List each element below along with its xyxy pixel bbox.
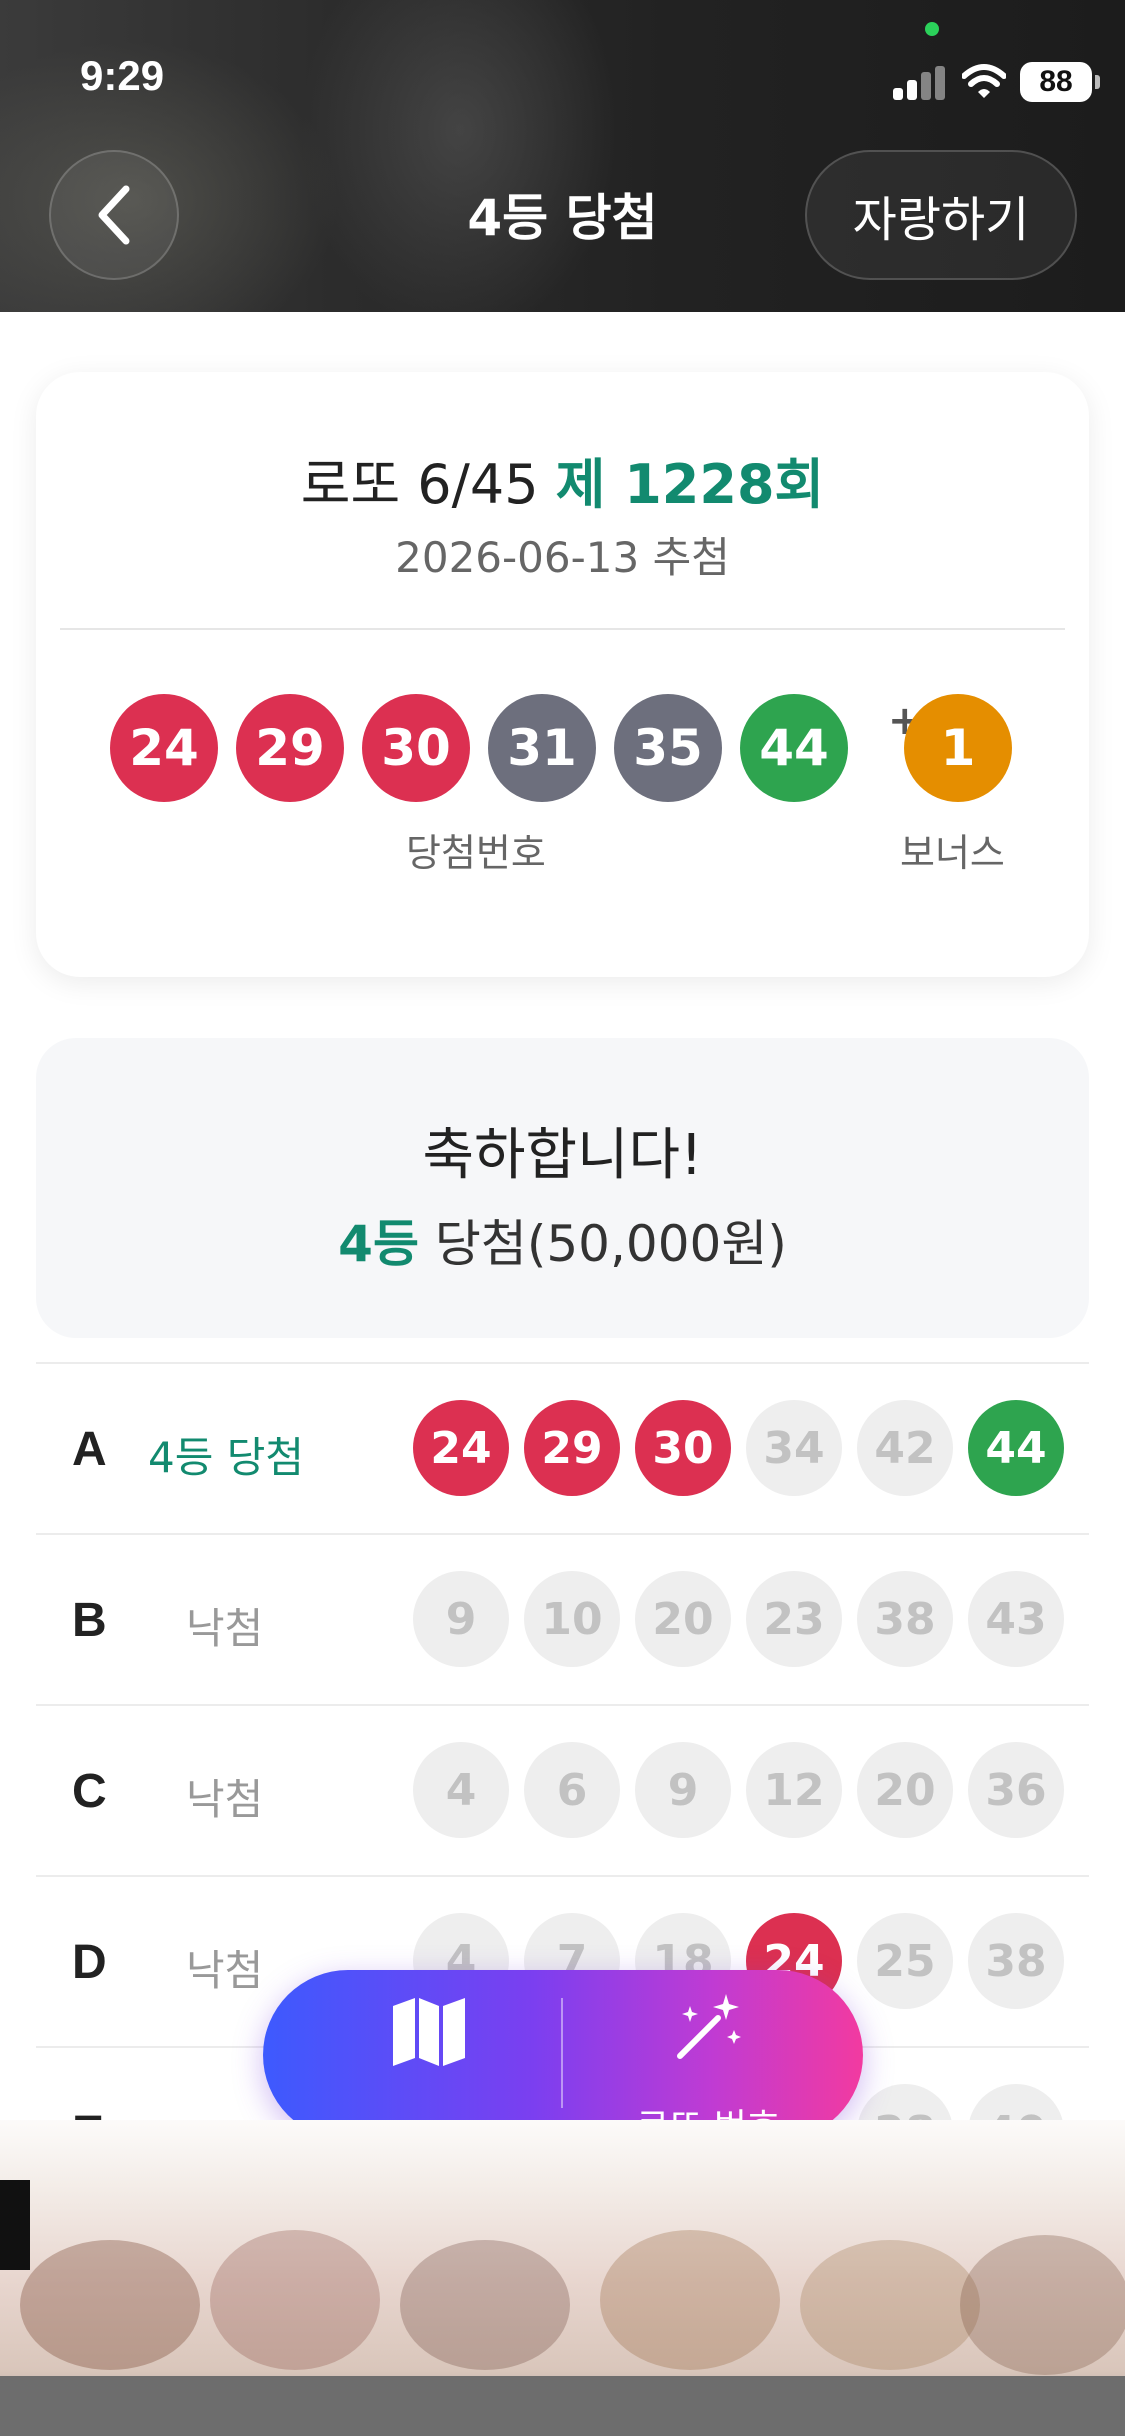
ticket-letter: D: [72, 1936, 107, 1989]
ticket-ball: 25: [857, 1913, 953, 2009]
ticket-ball: 29: [524, 1400, 620, 1496]
ticket-row-b[interactable]: B 낙첨 9 10 20 23 38 43: [36, 1533, 1089, 1704]
map-icon: [393, 1998, 465, 2066]
ticket-ball: 9: [635, 1742, 731, 1838]
battery-indicator: 88: [1020, 62, 1100, 102]
divider: [60, 628, 1065, 630]
wifi-icon: [962, 64, 1006, 98]
ticket-ball: 38: [857, 1571, 953, 1667]
ticket-row-a[interactable]: A 4등 당첨 24 29 30 34 42 44: [36, 1362, 1089, 1533]
status-time: 9:29: [80, 52, 165, 99]
ticket-ball: 44: [968, 1400, 1064, 1496]
privacy-indicator-dot: [925, 22, 939, 36]
ticket-ball: 43: [968, 1571, 1064, 1667]
bonus-ball: 1: [904, 694, 1012, 802]
winning-ball: 44: [740, 694, 848, 802]
brag-button[interactable]: 자랑하기: [805, 150, 1077, 280]
bonus-caption: 보너스: [900, 831, 1005, 875]
game-name: 로또 6/45: [300, 453, 539, 516]
nav-separator: [561, 1998, 563, 2108]
ticket-result: 4등 당첨: [148, 1433, 304, 1482]
ticket-ball: 20: [857, 1742, 953, 1838]
congrats-message: 축하합니다!: [422, 1123, 703, 1188]
app-header: 9:29 88 4등 당첨 자랑하기: [0, 0, 1125, 312]
draw-date: 2026-06-13 추첨: [395, 533, 730, 582]
floating-nav: 로또 번호: [263, 1970, 863, 2140]
ticket-ball: 6: [524, 1742, 620, 1838]
congrats-panel: 축하합니다! 4등 당첨(50,000원): [36, 1038, 1089, 1338]
ticket-ball: 38: [968, 1913, 1064, 2009]
winning-ball: 29: [236, 694, 344, 802]
prize-rank: 4등: [338, 1215, 419, 1273]
winning-numbers-caption: 당첨번호: [406, 831, 546, 875]
ticket-ball: 34: [746, 1400, 842, 1496]
edge-shadow: [0, 2180, 30, 2270]
draw-title: 로또 6/45 제 1228회: [36, 440, 1089, 519]
prize-amount: 당첨(50,000원): [434, 1215, 787, 1273]
ticket-ball: 24: [413, 1400, 509, 1496]
ticket-row-c[interactable]: C 낙첨 4 6 9 12 20 36: [36, 1704, 1089, 1875]
winning-ball: 24: [110, 694, 218, 802]
ticket-result: 낙첨: [186, 1604, 264, 1653]
ticket-ball: 20: [635, 1571, 731, 1667]
ticket-ball: 23: [746, 1571, 842, 1667]
blurred-ad-banner: [0, 2120, 1125, 2436]
winning-ball: 30: [362, 694, 470, 802]
ticket-result: 낙첨: [186, 1775, 264, 1824]
ticket-ball: 4: [413, 1742, 509, 1838]
ticket-ball: 42: [857, 1400, 953, 1496]
ticket-ball: 9: [413, 1571, 509, 1667]
winning-ball: 35: [614, 694, 722, 802]
ticket-ball: 12: [746, 1742, 842, 1838]
ticket-letter: A: [72, 1423, 107, 1476]
ticket-result: 낙첨: [186, 1946, 264, 1995]
winning-ball: 31: [488, 694, 596, 802]
ticket-ball: 36: [968, 1742, 1064, 1838]
nav-lotto-number-button[interactable]: 로또 번호: [568, 1990, 848, 2140]
ticket-letter: B: [72, 1594, 107, 1647]
cellular-signal-icon: [893, 66, 947, 100]
ticket-ball: 10: [524, 1571, 620, 1667]
draw-result-card: 로또 6/45 제 1228회 2026-06-13 추첨 24 29 30 3…: [36, 372, 1089, 977]
magic-wand-icon: [677, 1994, 741, 2059]
draw-round: 제 1228회: [555, 453, 825, 516]
ticket-letter: C: [72, 1765, 107, 1818]
nav-map-button[interactable]: [283, 1990, 563, 2130]
prize-summary: 4등 당첨(50,000원): [36, 1204, 1089, 1276]
ticket-ball: 30: [635, 1400, 731, 1496]
